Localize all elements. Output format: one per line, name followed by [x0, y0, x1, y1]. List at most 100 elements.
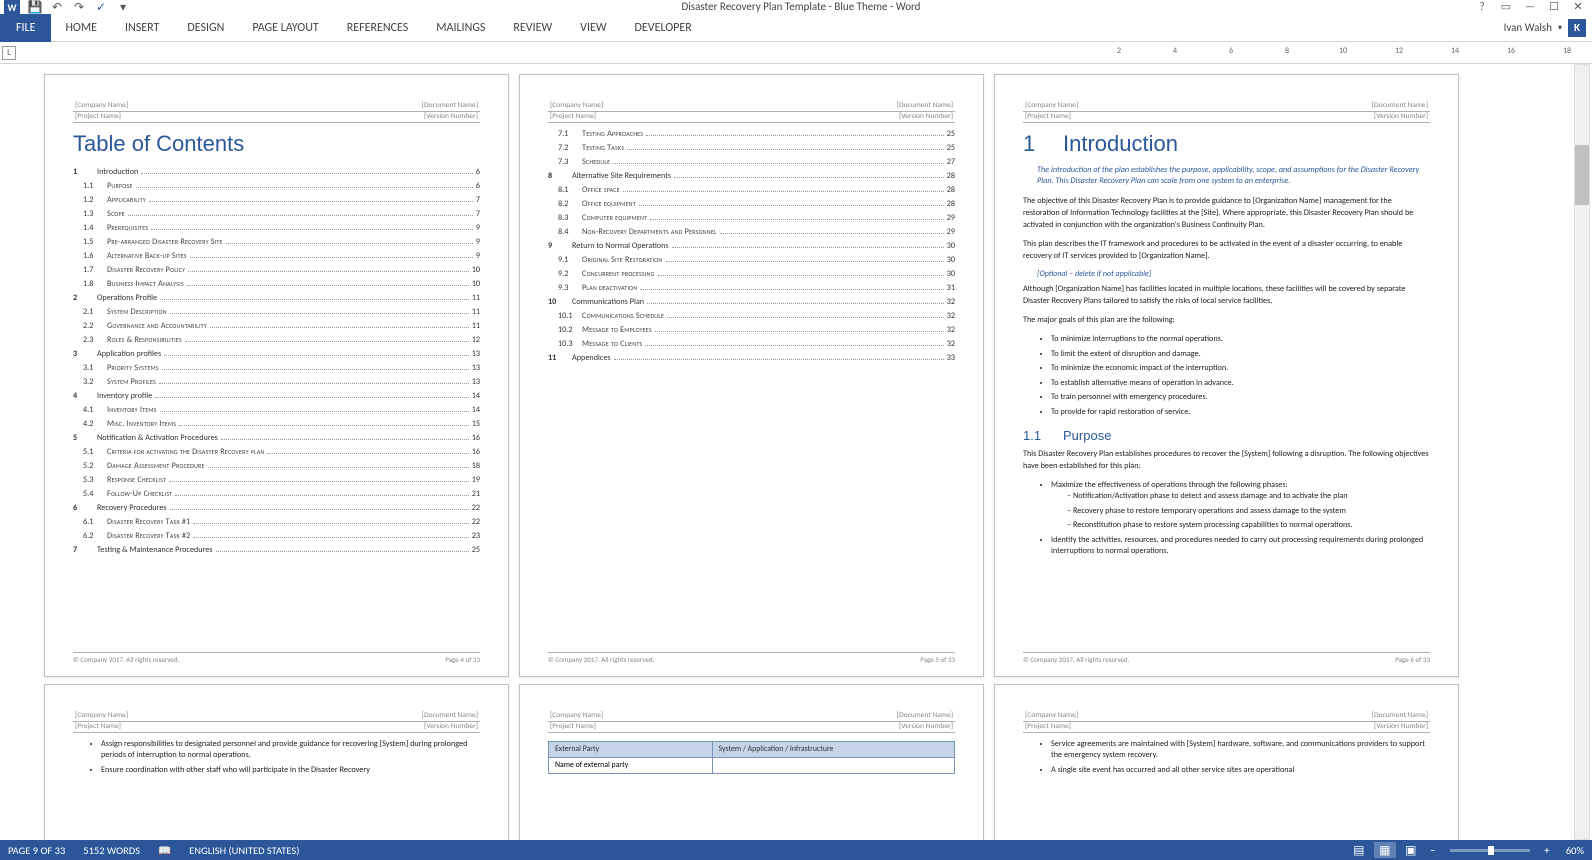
toc-entry[interactable]: 8.1Office space28	[548, 185, 955, 196]
toc-entry[interactable]: 4.1Inventory Items14	[73, 405, 480, 416]
list-item: To minimize interruptions to the normal …	[1051, 334, 1430, 345]
paragraph: This Disaster Recovery Plan establishes …	[1023, 449, 1430, 473]
toc-entry[interactable]: 10.2Message to Employees32	[548, 325, 955, 336]
tab-page-layout[interactable]: PAGE LAYOUT	[238, 14, 332, 42]
close-icon[interactable]: ✕	[1568, 0, 1588, 13]
toc-entry[interactable]: 10.3Message to Clients32	[548, 339, 955, 350]
toc-entry[interactable]: 6Recovery Procedures22	[73, 503, 480, 514]
horizontal-ruler[interactable]: L 24681012141618	[0, 42, 1592, 64]
vertical-scrollbar[interactable]	[1574, 64, 1590, 840]
toc-entry[interactable]: 7.1Testing Approaches25	[548, 129, 955, 140]
toc-entry[interactable]: 8Alternative Site Requirements28	[548, 171, 955, 182]
toc-entry[interactable]: 3Application profiles13	[73, 349, 480, 360]
user-avatar[interactable]: K	[1568, 19, 1586, 37]
tab-insert[interactable]: INSERT	[111, 14, 173, 42]
toc-entry[interactable]: 4Inventory profile14	[73, 391, 480, 402]
minimize-icon[interactable]: —	[1520, 0, 1540, 13]
toc-entry[interactable]: 5.3Response Checklist19	[73, 475, 480, 486]
toc-entry[interactable]: 2.2Governance and Accountability11	[73, 321, 480, 332]
toc-title: Table of Contents	[73, 131, 480, 157]
toc-entry[interactable]: 1.1Purpose6	[73, 181, 480, 192]
spellcheck-icon[interactable]: 📖	[158, 844, 171, 857]
toc-entry[interactable]: 5.2Damage Assessment Procedure18	[73, 461, 480, 472]
tab-references[interactable]: REFERENCES	[333, 14, 423, 42]
toc-entry[interactable]: 8.2Office equipment28	[548, 199, 955, 210]
save-icon[interactable]: 💾	[28, 0, 42, 14]
toc-entry[interactable]: 9.1Original Site Restoration30	[548, 255, 955, 266]
paragraph: Although [Organization Name] has facilit…	[1023, 284, 1430, 308]
toc-entry[interactable]: 2Operations Profile11	[73, 293, 480, 304]
qat-more-icon[interactable]: ▾	[116, 0, 130, 14]
toc-list: 1Introduction6 1.1Purpose6 1.2Applicabilit…	[73, 167, 480, 556]
tab-mailings[interactable]: MAILINGS	[422, 14, 499, 42]
footer-page: Page 4 of 33	[445, 655, 480, 664]
heading-2: 1.1Purpose	[1023, 428, 1430, 443]
tab-developer[interactable]: DEVELOPER	[621, 14, 706, 42]
list-item: To train personnel with emergency proced…	[1051, 392, 1430, 403]
zoom-slider-thumb[interactable]	[1488, 846, 1494, 855]
tab-review[interactable]: REVIEW	[499, 14, 566, 42]
toc-entry[interactable]: 1.5Pre-arranged Disaster Recovery Site9	[73, 237, 480, 248]
zoom-slider[interactable]	[1450, 849, 1530, 852]
list-item: To minimize the economic impact of the i…	[1051, 363, 1430, 374]
toc-entry[interactable]: 7.3Schedule27	[548, 157, 955, 168]
toc-entry[interactable]: 4.2Misc. Inventory Items15	[73, 419, 480, 430]
status-words[interactable]: 5152 WORDS	[83, 844, 140, 857]
print-layout-icon[interactable]: ▦	[1374, 842, 1396, 858]
toc-entry[interactable]: 10Communications Plan32	[548, 297, 955, 308]
document-page: [Company Name][Document Name] [Project N…	[44, 684, 509, 840]
toc-entry[interactable]: 5.4Follow-Up Checklist21	[73, 489, 480, 500]
toc-entry[interactable]: 1.4Prerequisites9	[73, 223, 480, 234]
toc-entry[interactable]: 9.3Plan deactivation31	[548, 283, 955, 294]
list-item: To establish alternative means of operat…	[1051, 378, 1430, 389]
toc-entry[interactable]: 6.1Disaster Recovery Task #122	[73, 517, 480, 528]
tab-file[interactable]: FILE	[0, 14, 51, 42]
user-name[interactable]: Ivan Walsh	[1504, 21, 1552, 34]
web-layout-icon[interactable]: ▣	[1400, 842, 1422, 858]
toc-entry[interactable]: 5Notification & Activation Procedures16	[73, 433, 480, 444]
toc-entry[interactable]: 1.3Scope7	[73, 209, 480, 220]
toc-entry[interactable]: 1.2Applicability7	[73, 195, 480, 206]
header-docname: [Document Name]	[422, 101, 478, 110]
toc-entry[interactable]: 2.3Roles & Responsibilities12	[73, 335, 480, 346]
document-page: [Company Name][Document Name] [Project N…	[519, 684, 984, 840]
zoom-level[interactable]: 60%	[1566, 844, 1584, 857]
toc-entry[interactable]: 3.1Priority Systems13	[73, 363, 480, 374]
redo-icon[interactable]: ↷	[72, 0, 86, 14]
document-canvas[interactable]: [Company Name][Document Name] [Project N…	[0, 64, 1592, 840]
toc-entry[interactable]: 10.1Communications Schedule32	[548, 311, 955, 322]
scrollbar-thumb[interactable]	[1575, 145, 1589, 205]
zoom-out-button[interactable]: −	[1426, 844, 1440, 857]
ribbon-options-icon[interactable]: ▭	[1496, 0, 1516, 13]
toc-entry[interactable]: 3.2System Profiles13	[73, 377, 480, 388]
toc-entry[interactable]: 1.8Business Impact Analysis10	[73, 279, 480, 290]
toc-entry[interactable]: 6.2Disaster Recovery Task #223	[73, 531, 480, 542]
table-cell: Name of external party	[549, 758, 713, 774]
toc-entry[interactable]: 7.2Testing Tasks25	[548, 143, 955, 154]
toc-entry[interactable]: 1.6Alternative Back-up Sites9	[73, 251, 480, 262]
toc-entry[interactable]: 9.2Concurrent processing30	[548, 269, 955, 280]
toc-entry[interactable]: 11Appendices33	[548, 353, 955, 364]
header-project: [Project Name]	[75, 112, 121, 121]
table-cell	[712, 758, 954, 774]
toc-entry[interactable]: 8.3Computer equipment29	[548, 213, 955, 224]
zoom-in-button[interactable]: +	[1540, 844, 1554, 857]
toc-entry[interactable]: 5.1Criteria for activating the Disaster …	[73, 447, 480, 458]
tab-home[interactable]: HOME	[51, 14, 111, 42]
tab-selector[interactable]: L	[2, 46, 16, 60]
status-page[interactable]: PAGE 9 OF 33	[8, 844, 65, 857]
status-language[interactable]: ENGLISH (UNITED STATES)	[189, 844, 299, 857]
toc-entry[interactable]: 7Testing & Maintenance Procedures25	[73, 545, 480, 556]
tab-design[interactable]: DESIGN	[173, 14, 238, 42]
toc-entry[interactable]: 1.7Disaster Recovery Policy10	[73, 265, 480, 276]
toc-entry[interactable]: 8.4Non-Recovery Departments and Personne…	[548, 227, 955, 238]
help-icon[interactable]: ?	[1472, 0, 1492, 13]
maximize-icon[interactable]: ☐	[1544, 0, 1564, 13]
toc-entry[interactable]: 1Introduction6	[73, 167, 480, 178]
tab-view[interactable]: VIEW	[566, 14, 620, 42]
toc-entry[interactable]: 9Return to Normal Operations30	[548, 241, 955, 252]
undo-icon[interactable]: ↶	[50, 0, 64, 14]
read-mode-icon[interactable]: ▤	[1348, 842, 1370, 858]
toc-entry[interactable]: 2.1System Description11	[73, 307, 480, 318]
confirm-icon[interactable]: ✓	[94, 0, 108, 14]
